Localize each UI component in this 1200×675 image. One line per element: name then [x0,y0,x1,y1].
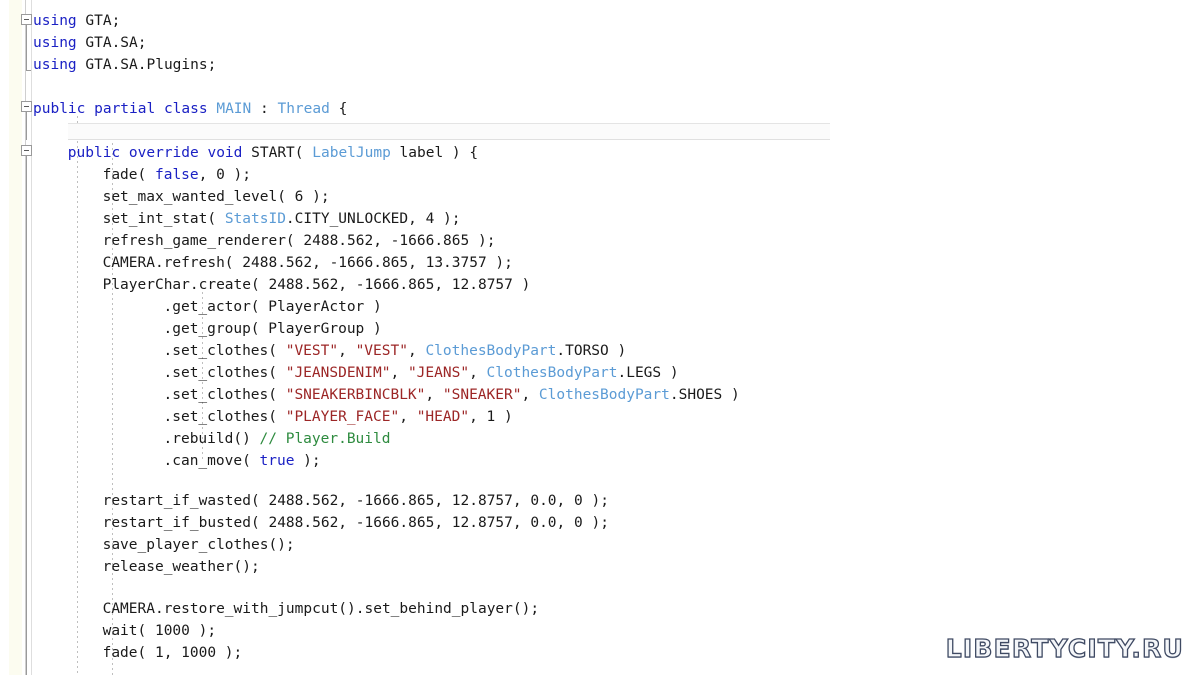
code-token-pln: GTA; [76,13,121,29]
code-token-str: "SNEAKER" [442,387,522,403]
code-token-str: "JEANSDENIM" [285,365,391,381]
code-token-typ: Thread [277,101,330,117]
code-token-pln: GTA.SA; [76,35,147,51]
code-line[interactable]: .get_group( PlayerGroup ) [164,318,382,340]
code-token-typ: StatsID [224,211,286,227]
code-token-pln: .set_clothes( [163,409,286,425]
code-token-pln: .LEGS ) [617,365,679,381]
code-text-area[interactable]: using GTA; using GTA.SA; using GTA.SA.Plug… [0,0,1200,675]
code-token-typ: ClothesBodyPart [425,343,557,359]
code-token-str: "PLAYER_FACE" [285,409,400,425]
code-token-pln: CAMERA.refresh( 2488.562, -1666.865, 13.… [102,255,513,271]
code-token-pln: set_max_wanted_level( 6 ); [102,189,330,205]
code-token-typ: LabelJump [312,145,391,161]
code-token-pln: PlayerChar.create( 2488.562, -1666.865, … [102,277,531,293]
code-line[interactable]: public override void START( LabelJump la… [68,142,478,164]
code-token-kw: public override void [67,145,243,161]
code-token-pln: .set_clothes( [163,343,286,359]
code-token-pln: .get_actor( PlayerActor ) [163,299,382,315]
code-token-pln: .TORSO ) [556,343,627,359]
code-token-typ: ClothesBodyPart [486,365,618,381]
code-line[interactable]: PlayerChar.create( 2488.562, -1666.865, … [103,274,531,296]
code-token-pln: .set_clothes( [163,365,286,381]
code-token-str: "VEST" [285,343,339,359]
code-token-pln: .SHOES ) [669,387,740,403]
code-token-pln: .get_group( PlayerGroup ) [163,321,382,337]
code-token-str: "JEANS" [407,365,470,381]
code-line[interactable]: restart_if_busted( 2488.562, -1666.865, … [103,512,609,534]
code-token-pln: .CITY_UNLOCKED, 4 ); [285,211,461,227]
code-token-kw: public partial class [33,101,208,117]
code-line[interactable]: set_max_wanted_level( 6 ); [103,186,330,208]
code-line[interactable]: using GTA.SA.Plugins; [33,54,216,76]
code-token-pln: release_weather(); [102,559,260,575]
code-token-pln: START( [242,145,313,161]
code-line[interactable]: release_weather(); [103,556,260,578]
code-token-pln: wait( 1000 ); [102,623,217,639]
code-token-kw: using [33,13,77,29]
code-token-pln: refresh_game_renderer( 2488.562, -1666.8… [102,233,496,249]
code-line[interactable]: .rebuild() // Player.Build [164,428,391,450]
code-token-kw: true [259,453,295,469]
code-token-str: "SNEAKERBINCBLK" [285,387,426,403]
code-line[interactable]: .get_actor( PlayerActor ) [164,296,382,318]
code-token-cmt: // Player.Build [259,431,391,447]
code-token-pln: .set_clothes( [163,387,286,403]
code-line[interactable]: .set_clothes( "PLAYER_FACE", "HEAD", 1 ) [164,406,513,428]
site-watermark: LIBERTYCITY.RU [945,633,1184,663]
code-token-typ: MAIN [216,101,252,117]
code-token-typ: ClothesBodyPart [538,387,670,403]
code-token-pln: save_player_clothes(); [102,537,295,553]
code-line[interactable]: .set_clothes( "VEST", "VEST", ClothesBod… [164,340,627,362]
code-token-pln: , [338,343,356,359]
code-token-kw: using [33,57,77,73]
code-token-str: "HEAD" [416,409,470,425]
code-token-pln: : [251,101,278,117]
code-token-pln: .rebuild() [163,431,260,447]
code-token-pln: , [390,365,408,381]
code-line[interactable]: save_player_clothes(); [103,534,295,556]
code-line[interactable]: fade( 1, 1000 ); [103,642,243,664]
code-token-pln: , [399,409,417,425]
code-token-kw: false [154,167,199,183]
code-line[interactable]: .set_clothes( "JEANSDENIM", "JEANS", Clo… [164,362,679,384]
code-token-pln: { [329,101,348,117]
code-line[interactable]: public partial class MAIN : Thread { [33,98,347,120]
code-token-str: "VEST" [355,343,408,359]
code-line[interactable]: fade( false, 0 ); [103,164,251,186]
code-token-pln: .can_move( [163,453,260,469]
code-line[interactable]: using GTA; [33,10,120,32]
code-line[interactable]: .can_move( true ); [164,450,321,472]
code-token-pln: , [425,387,443,403]
code-token-pln: restart_if_wasted( 2488.562, -1666.865, … [102,493,609,509]
code-line[interactable]: set_int_stat( StatsID.CITY_UNLOCKED, 4 )… [103,208,461,230]
code-token-kw: using [33,35,77,51]
code-editor[interactable]: using GTA; using GTA.SA; using GTA.SA.Plug… [0,0,1200,675]
code-token-pln: , [469,365,487,381]
code-token-pln: CAMERA.restore_with_jumpcut().set_behind… [102,601,540,617]
code-line[interactable]: using GTA.SA; [33,32,147,54]
code-line[interactable]: CAMERA.refresh( 2488.562, -1666.865, 13.… [103,252,513,274]
code-token-pln: label ) { [390,145,479,161]
code-token-pln: fade( [102,167,155,183]
code-line[interactable]: restart_if_wasted( 2488.562, -1666.865, … [103,490,609,512]
code-token-pln: , 1 ) [469,409,513,425]
code-token-pln: , [407,343,426,359]
code-line[interactable]: CAMERA.restore_with_jumpcut().set_behind… [103,598,540,620]
code-token-pln: set_int_stat( [102,211,225,227]
code-token-pln: fade( 1, 1000 ); [102,645,243,661]
code-line[interactable]: wait( 1000 ); [103,620,217,642]
code-token-pln: , 0 ); [198,167,252,183]
code-token-pln: restart_if_busted( 2488.562, -1666.865, … [102,515,609,531]
code-line[interactable]: .set_clothes( "SNEAKERBINCBLK", "SNEAKER… [164,384,740,406]
code-token-pln: , [521,387,539,403]
code-line[interactable]: refresh_game_renderer( 2488.562, -1666.8… [103,230,496,252]
code-token-pln: ); [294,453,321,469]
code-token-pln: GTA.SA.Plugins; [76,57,217,73]
